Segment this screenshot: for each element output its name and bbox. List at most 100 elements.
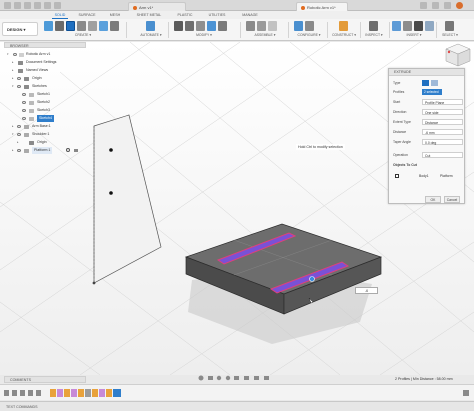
- design-workspace-button[interactable]: DESIGN ▾: [2, 22, 38, 36]
- document-tab-robotic-arm[interactable]: Robotic Arm v1*: [296, 2, 348, 11]
- add-tab-icon[interactable]: [420, 2, 427, 9]
- app-menu-icon[interactable]: [4, 2, 11, 9]
- operation-dropdown[interactable]: Cut: [422, 152, 463, 158]
- text-commands-bar[interactable]: TEXT COMMANDS: [0, 401, 474, 411]
- expand-arrow-icon[interactable]: ▸: [17, 139, 20, 146]
- automate-menu[interactable]: AUTOMATE ▾: [140, 33, 162, 37]
- assemble-menu[interactable]: ASSEMBLE ▾: [246, 33, 284, 37]
- expand-arrow-icon[interactable]: ▸: [12, 75, 15, 82]
- as-built-joint-icon[interactable]: [257, 21, 266, 31]
- distance-input-field[interactable]: -6: [355, 287, 378, 294]
- extrude-icon[interactable]: [66, 21, 75, 31]
- joint-origin-icon[interactable]: [268, 21, 277, 31]
- pan-icon[interactable]: [216, 375, 222, 381]
- pattern-icon[interactable]: [99, 21, 108, 31]
- timeline-end-icon[interactable]: [36, 390, 41, 396]
- sketch-origin-point[interactable]: [92, 281, 96, 285]
- visibility-icon[interactable]: [17, 125, 21, 128]
- notifications-icon[interactable]: [432, 2, 439, 9]
- file-icon[interactable]: [24, 2, 31, 9]
- shell-icon[interactable]: [207, 21, 216, 31]
- viewports-icon[interactable]: [264, 376, 269, 380]
- modify-menu[interactable]: MODIFY ▾: [174, 33, 234, 37]
- collapse-arrow-icon[interactable]: ▾: [12, 83, 15, 90]
- timeline-feature-active[interactable]: [113, 389, 121, 397]
- insert-canvas-icon[interactable]: [414, 21, 423, 31]
- insert-menu[interactable]: INSERT ▾: [392, 33, 436, 37]
- select-icon[interactable]: [445, 21, 454, 31]
- new-component-icon[interactable]: [44, 21, 53, 31]
- fillet-icon[interactable]: [185, 21, 194, 31]
- timeline-feature-sketch[interactable]: [78, 389, 84, 397]
- create-sketch-icon[interactable]: [55, 21, 64, 31]
- distance-field[interactable]: -6 mm: [422, 129, 463, 135]
- tab-sheet-metal[interactable]: SHEET METAL: [134, 11, 164, 19]
- comments-panel-header[interactable]: COMMENTS: [4, 376, 86, 383]
- visibility-icon[interactable]: [17, 149, 21, 152]
- timeline-feature-sketch[interactable]: [64, 389, 70, 397]
- inspect-menu[interactable]: INSPECT ▾: [363, 33, 385, 37]
- collapse-arrow-icon[interactable]: ▾: [7, 51, 10, 58]
- extent-type-dropdown[interactable]: Distance: [422, 119, 463, 125]
- timeline-feature-extrude[interactable]: [71, 389, 77, 397]
- hole-icon[interactable]: [88, 21, 97, 31]
- insert-derive-icon[interactable]: [392, 21, 401, 31]
- expand-arrow-icon[interactable]: ▸: [12, 123, 15, 130]
- help-icon[interactable]: [444, 2, 451, 9]
- timeline-previous-icon[interactable]: [12, 390, 17, 396]
- configure-icon[interactable]: [294, 21, 303, 31]
- visibility-icon[interactable]: [17, 85, 21, 88]
- direction-dropdown[interactable]: One side: [422, 109, 463, 115]
- visibility-icon[interactable]: [22, 109, 26, 112]
- tab-mesh[interactable]: MESH: [108, 11, 122, 19]
- display-settings-icon[interactable]: [244, 376, 249, 380]
- browser-header[interactable]: BROWSER: [4, 42, 86, 48]
- visibility-icon[interactable]: [22, 117, 26, 120]
- revolve-icon[interactable]: [77, 21, 86, 31]
- objects-to-cut-header[interactable]: Objects To Cut: [393, 161, 463, 169]
- timeline-settings-icon[interactable]: [463, 390, 469, 396]
- tab-surface[interactable]: SURFACE: [76, 11, 98, 19]
- sketch-point[interactable]: [109, 191, 113, 195]
- extrude-type-thin-icon[interactable]: [431, 80, 438, 86]
- profiles-selection-button[interactable]: 2 selected: [422, 89, 442, 95]
- chamfer-icon[interactable]: [196, 21, 205, 31]
- visibility-icon[interactable]: [17, 133, 21, 136]
- activate-component-icon[interactable]: [66, 148, 70, 152]
- timeline-feature-extrude[interactable]: [99, 389, 105, 397]
- extrude-type-body-icon[interactable]: [422, 80, 429, 86]
- visibility-icon[interactable]: [17, 77, 21, 80]
- component-menu-icon[interactable]: [74, 149, 78, 152]
- cut-body-checkbox[interactable]: [395, 174, 399, 178]
- visibility-icon[interactable]: [22, 93, 26, 96]
- measure-icon[interactable]: [369, 21, 378, 31]
- timeline-next-icon[interactable]: [28, 390, 33, 396]
- orbit-icon[interactable]: [198, 375, 204, 381]
- cancel-button[interactable]: Cancel: [444, 196, 460, 203]
- browser-item-platform[interactable]: ▸ Platform:1: [4, 147, 86, 154]
- look-at-icon[interactable]: [208, 376, 213, 380]
- timeline-feature-joint[interactable]: [85, 389, 91, 397]
- configure-menu[interactable]: CONFIGURE ▾: [294, 33, 324, 37]
- timeline-feature-sketch[interactable]: [106, 389, 112, 397]
- timeline-start-icon[interactable]: [4, 390, 9, 396]
- expand-arrow-icon[interactable]: ▸: [12, 147, 15, 154]
- fit-icon[interactable]: [234, 376, 239, 380]
- construct-menu[interactable]: CONSTRUCT ▾: [331, 33, 357, 37]
- expand-arrow-icon[interactable]: ▸: [12, 59, 15, 66]
- press-pull-icon[interactable]: [174, 21, 183, 31]
- zoom-icon[interactable]: [225, 375, 231, 381]
- document-tab-arm[interactable]: Arm v1*: [128, 2, 186, 11]
- timeline-feature-sketch[interactable]: [92, 389, 98, 397]
- timeline-feature-extrude[interactable]: [57, 389, 63, 397]
- timeline-play-icon[interactable]: [20, 390, 25, 396]
- start-dropdown[interactable]: Profile Plane: [422, 99, 463, 105]
- tab-utilities[interactable]: UTILITIES: [206, 11, 228, 19]
- tab-manage[interactable]: MANAGE: [240, 11, 260, 19]
- tab-plastic[interactable]: PLASTIC: [175, 11, 195, 19]
- collapse-arrow-icon[interactable]: ▾: [12, 131, 15, 138]
- visibility-icon[interactable]: [22, 101, 26, 104]
- insert-decal-icon[interactable]: [403, 21, 412, 31]
- select-menu[interactable]: SELECT ▾: [438, 33, 462, 37]
- mirror-icon[interactable]: [110, 21, 119, 31]
